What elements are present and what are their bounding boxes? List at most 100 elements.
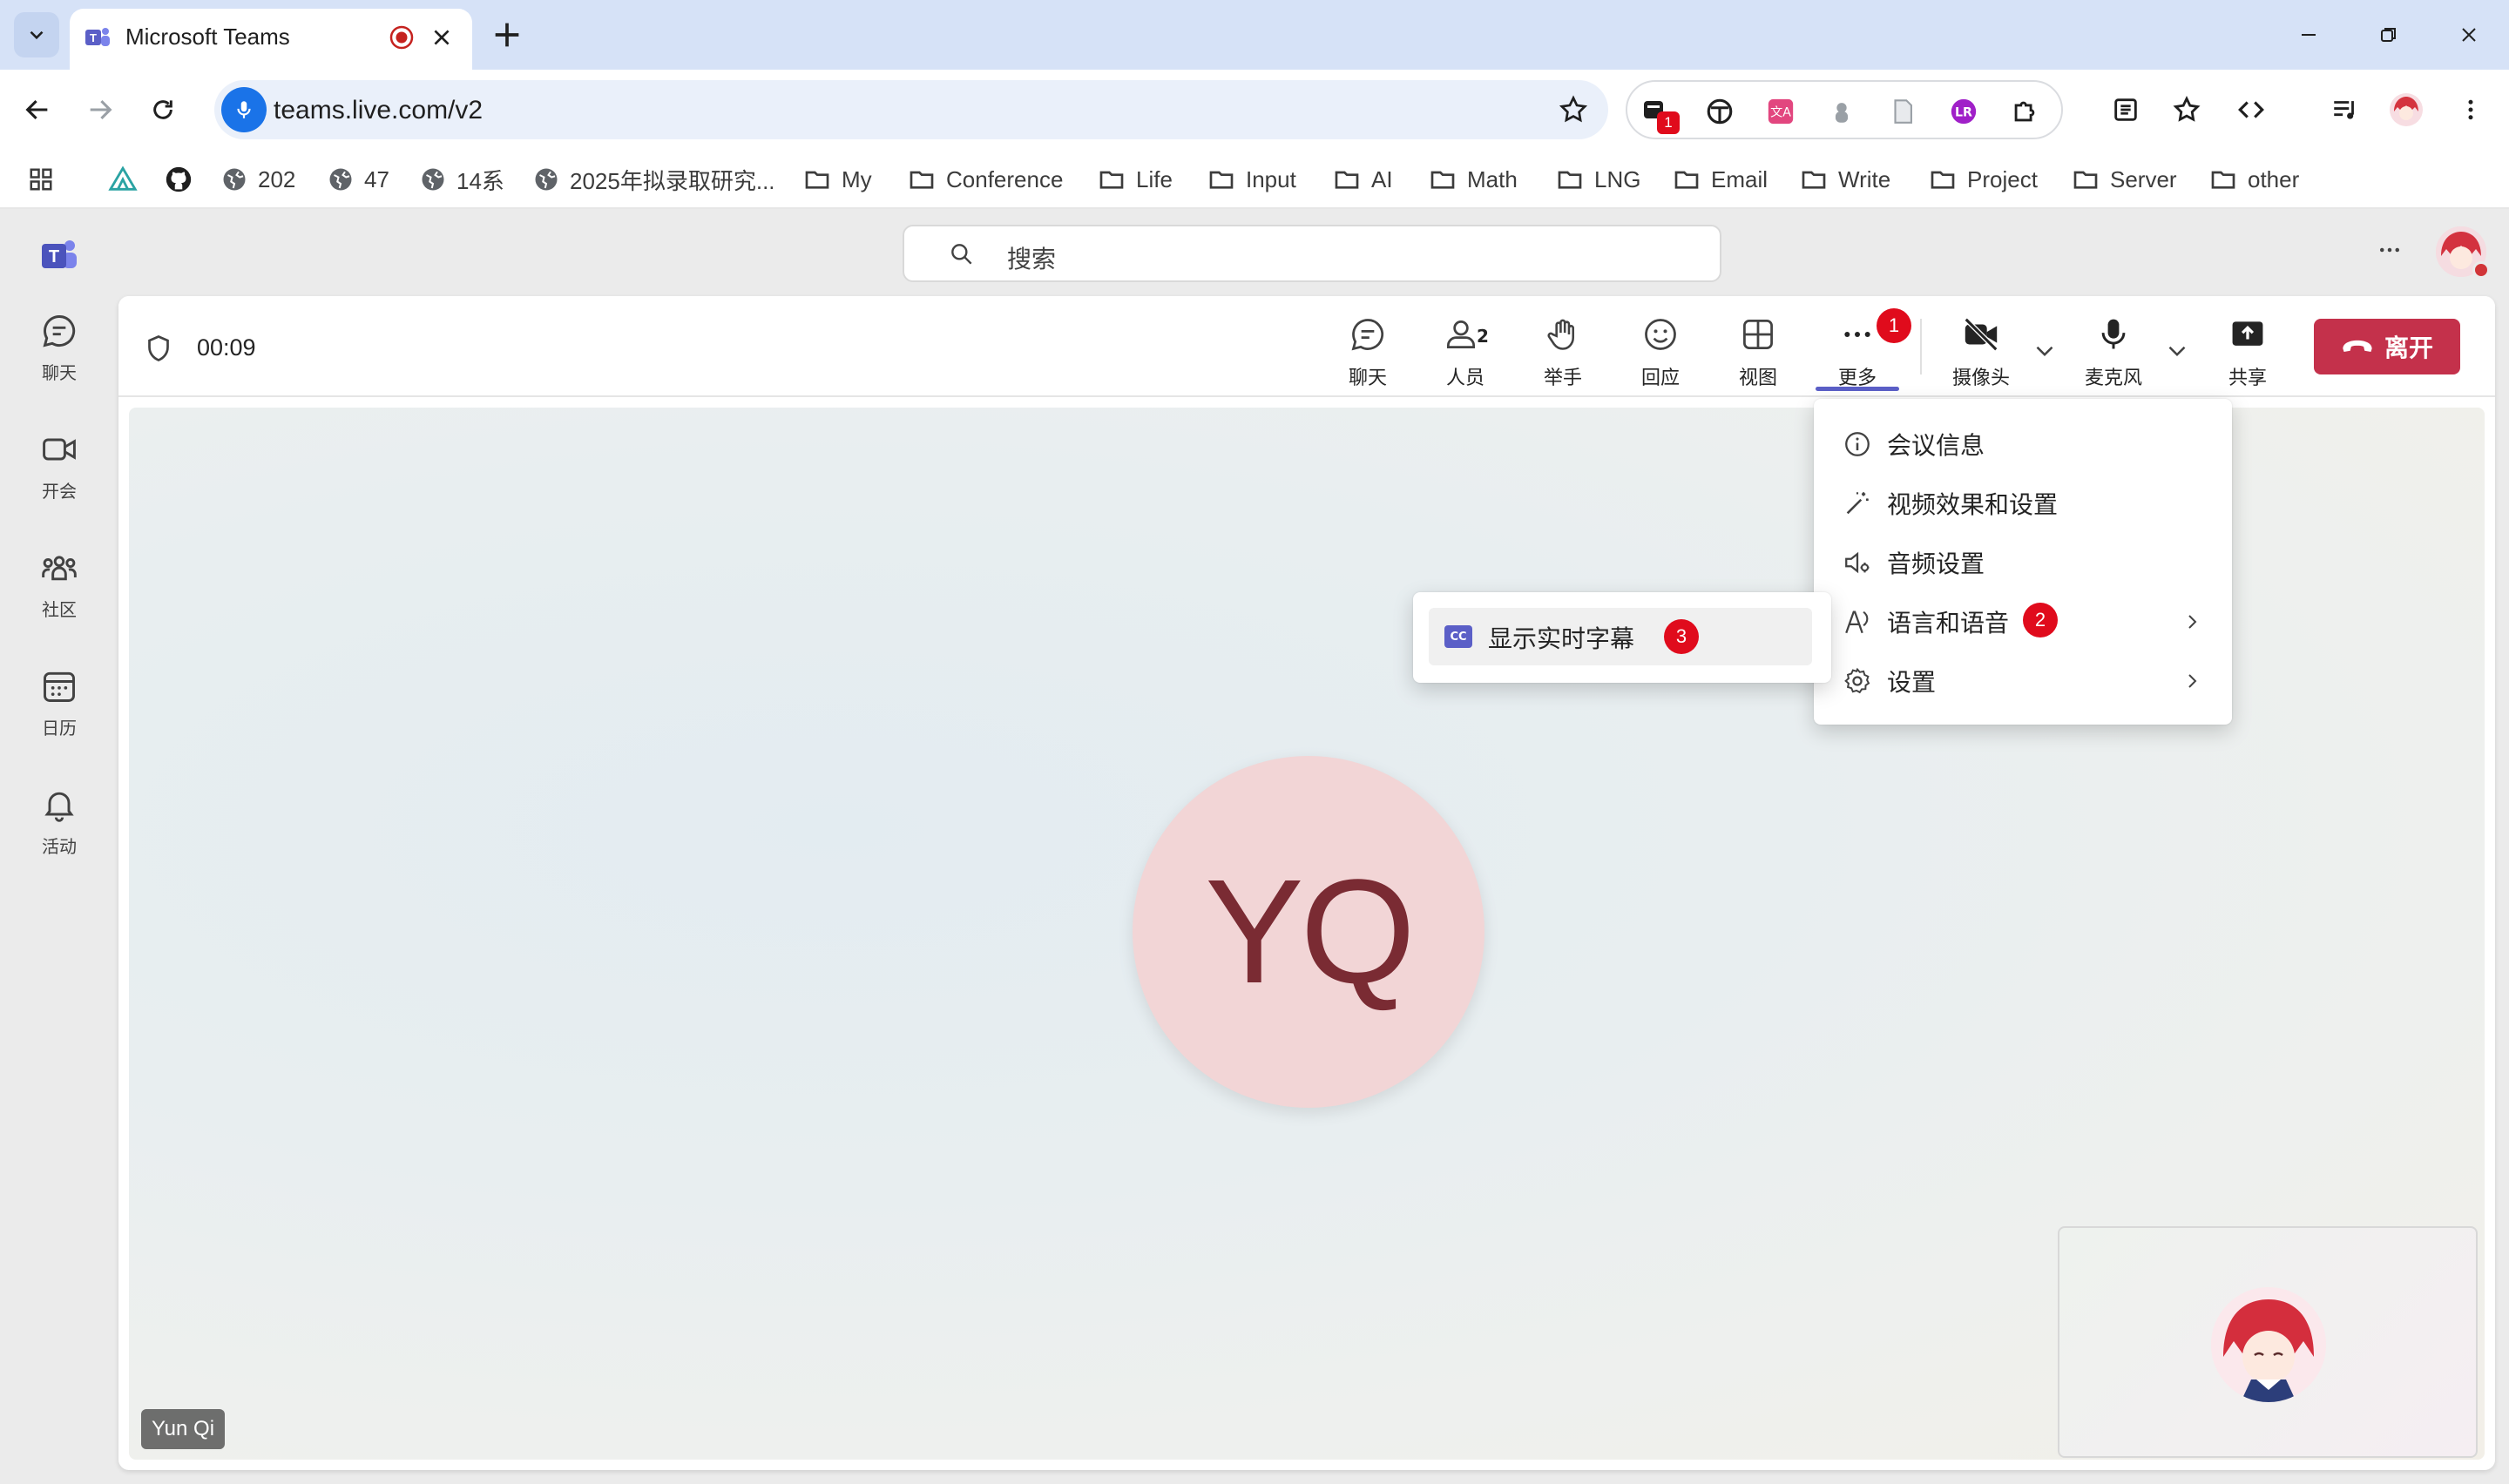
restore-icon	[2381, 28, 2396, 42]
toolbar-share-button[interactable]: 共享	[2204, 314, 2291, 392]
bookmark-star-icon[interactable]	[1558, 94, 1589, 125]
toolbar-label: 共享	[2228, 368, 2267, 389]
rail-item-calendar[interactable]: 日历	[0, 655, 118, 759]
bookmark-folder-label: AI	[1371, 165, 1393, 192]
new-tab-icon[interactable]	[490, 17, 524, 52]
bookmark-triangle[interactable]	[108, 159, 138, 200]
speaker-settings-icon	[1845, 551, 1870, 574]
reload-button[interactable]	[143, 90, 183, 130]
mic-options-chevron-icon[interactable]	[2162, 336, 2192, 366]
bookmark-folder[interactable]: Input	[1207, 159, 1296, 200]
bookmark-folder[interactable]: Write	[1800, 159, 1890, 200]
browser-toolbar: teams.live.com/v2 1 文A LR	[0, 70, 2509, 150]
bookmark-folder-label: LNG	[1594, 165, 1641, 192]
toolbar-people-button[interactable]: 2 人员	[1422, 314, 1509, 392]
self-view-tile[interactable]	[2058, 1226, 2478, 1458]
rail-label: 开会	[42, 481, 77, 502]
toolbar-camera-button[interactable]: 摄像头	[1938, 314, 2025, 392]
extension-4[interactable]	[1824, 94, 1859, 129]
restore-button[interactable]	[2371, 17, 2406, 52]
extension-2[interactable]	[1702, 94, 1737, 129]
globe-icon	[329, 168, 352, 191]
toolbar-raise-hand-button[interactable]: 举手	[1519, 314, 1606, 392]
menu-item-audio-settings[interactable]: 音频设置	[1814, 533, 2232, 592]
left-rail: T 聊天 开会 社区 日历 活动	[0, 209, 118, 1484]
rail-item-chat[interactable]: 聊天	[0, 300, 118, 404]
forward-button[interactable]	[80, 90, 120, 130]
rail-item-meet[interactable]: 开会	[0, 418, 118, 523]
menu-item-live-captions[interactable]: CC 显示实时字幕 3	[1429, 608, 1812, 665]
folder-icon	[1674, 171, 1699, 189]
address-bar[interactable]: teams.live.com/v2	[214, 80, 1608, 139]
teams-logo-icon[interactable]: T	[38, 235, 80, 277]
bookmark-github[interactable]	[164, 159, 193, 200]
extensions-menu[interactable]	[2007, 94, 2042, 129]
menu-item-settings[interactable]: 设置	[1814, 651, 2232, 711]
self-avatar	[2211, 1287, 2326, 1402]
extension-doc-icon	[1894, 99, 1912, 124]
back-button[interactable]	[17, 90, 57, 130]
community-icon	[42, 556, 77, 581]
bookmark-folder[interactable]: AI	[1333, 159, 1393, 200]
chat-icon	[1351, 319, 1384, 351]
rail-item-activity[interactable]: 活动	[0, 773, 118, 878]
camera-options-chevron-icon[interactable]	[2030, 336, 2059, 366]
extension-6[interactable]: LR	[1946, 94, 1981, 129]
bookmark-folder[interactable]: Math	[1429, 159, 1518, 200]
toolbar-mic-button[interactable]: 麦克风	[2070, 314, 2157, 392]
extension-5[interactable]	[1885, 94, 1920, 129]
bookmark-folder[interactable]: Server	[2072, 159, 2177, 200]
extension-3[interactable]: 文A	[1763, 94, 1798, 129]
folder-icon	[1802, 171, 1826, 189]
toolbar-label: 人员	[1445, 368, 1484, 389]
code-icon	[2238, 101, 2264, 118]
menu-item-language-speech[interactable]: 语言和语音 2	[1814, 592, 2232, 651]
toolbar-chat-button[interactable]: 聊天	[1324, 314, 1411, 392]
menu-item-video-effects[interactable]: 视频效果和设置	[1814, 474, 2232, 533]
bookmark-folder-label: Email	[1711, 165, 1768, 192]
extension-badge: 1	[1657, 111, 1680, 134]
devtools-button[interactable]	[2232, 91, 2270, 129]
browser-tab-teams[interactable]: T Microsoft Teams	[70, 9, 472, 70]
bookmark-item[interactable]: 14系	[420, 159, 504, 200]
profile-avatar-button[interactable]	[2387, 91, 2425, 129]
bookmark-item[interactable]: 47	[328, 159, 389, 200]
bell-icon	[44, 792, 74, 822]
teams-search-box[interactable]: 搜索	[903, 225, 1721, 282]
bookmark-folder[interactable]: LNG	[1556, 159, 1640, 200]
favorites-button[interactable]	[2167, 91, 2206, 129]
bookmark-folder-label: Write	[1838, 165, 1891, 192]
close-window-button[interactable]	[2452, 17, 2486, 52]
chevron-right-icon	[2188, 615, 2197, 629]
toolbar-view-button[interactable]: 视图	[1714, 314, 1802, 392]
bookmark-folder[interactable]: Email	[1673, 159, 1768, 200]
bookmark-folder[interactable]: Project	[1929, 159, 2038, 200]
media-control-button[interactable]	[2326, 91, 2364, 129]
leave-meeting-button[interactable]: 离开	[2314, 319, 2460, 374]
bookmark-item[interactable]: 202	[221, 159, 295, 200]
extension-1[interactable]: 1	[1638, 94, 1680, 134]
minimize-button[interactable]	[2291, 17, 2326, 52]
reading-list-button[interactable]	[2107, 91, 2145, 129]
toolbar-more-button[interactable]: 1 更多	[1814, 308, 1911, 392]
reload-icon	[153, 100, 172, 119]
browser-menu-button[interactable]	[2452, 91, 2490, 129]
omnibox-mic-button[interactable]	[221, 87, 267, 132]
closed-captions-icon: CC	[1444, 625, 1472, 648]
menu-item-meeting-info[interactable]: 会议信息	[1814, 415, 2232, 474]
presence-badge	[2472, 261, 2490, 279]
toolbar-react-button[interactable]: 回应	[1617, 314, 1704, 392]
bookmark-folder[interactable]: My	[803, 159, 872, 200]
rail-item-community[interactable]: 社区	[0, 536, 118, 641]
bookmark-folder[interactable]: Life	[1098, 159, 1173, 200]
chat-icon	[43, 315, 76, 347]
bookmark-item[interactable]: 2025年拟录取研究...	[533, 159, 775, 200]
teams-more-button[interactable]	[2370, 230, 2410, 270]
bookmark-folder[interactable]: other	[2209, 159, 2299, 200]
tab-close-icon[interactable]	[430, 26, 453, 49]
toolbar-divider	[1920, 319, 1922, 374]
tab-search-button[interactable]	[14, 12, 59, 57]
bookmark-folder[interactable]: Conference	[908, 159, 1063, 200]
bookmarks-bar: 202 47 14系 2025年拟录取研究... My Conference L…	[0, 150, 2509, 209]
apps-button[interactable]	[28, 159, 54, 200]
